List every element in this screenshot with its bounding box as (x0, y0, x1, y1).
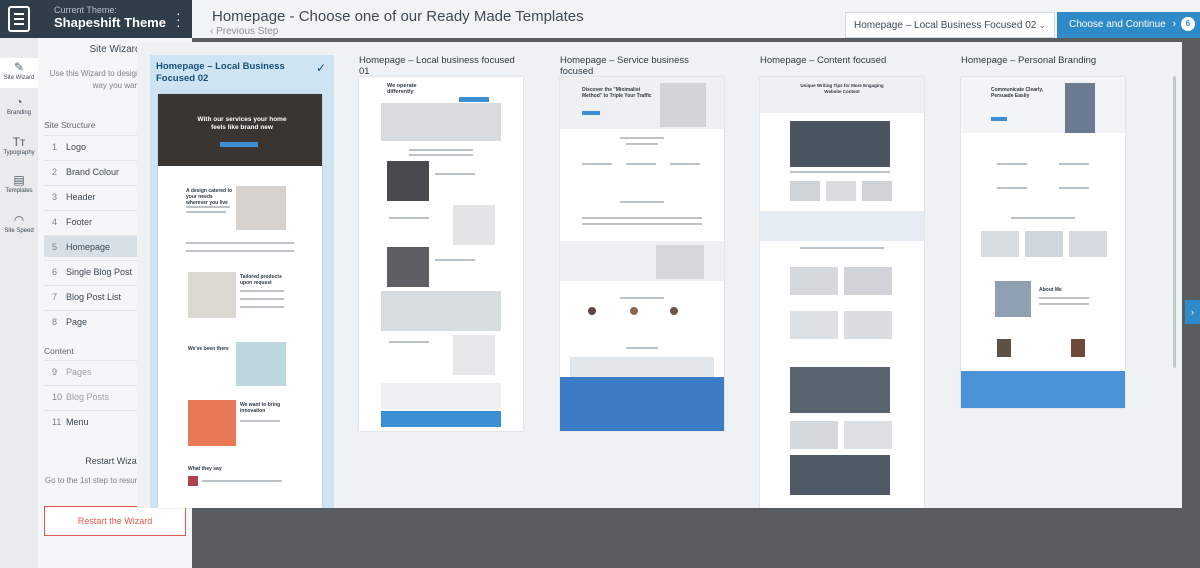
template-card-content-focused[interactable]: Homepage – Content focused Unique Writin… (760, 55, 924, 508)
restart-wizard-button[interactable]: Restart the Wizard (44, 506, 186, 536)
template-card-service-business[interactable]: Homepage – Service business focused Disc… (560, 55, 724, 431)
template-card-local-business-01[interactable]: Homepage – Local business focused 01 We … (359, 55, 523, 431)
nav-typography[interactable]: Tт Typography (0, 136, 38, 156)
chevron-down-icon: ⌄ (1038, 20, 1046, 30)
template-title: Homepage – Local business focused 01 (359, 55, 515, 77)
chevron-right-icon[interactable]: › (1185, 300, 1200, 324)
nav-site-speed[interactable]: ◠ Site Speed (0, 214, 38, 234)
typography-icon: Tт (12, 135, 26, 149)
nav-templates[interactable]: ▤ Templates (0, 174, 38, 194)
nav-site-wizard[interactable]: ✎ Site Wizard (0, 58, 38, 88)
top-bar: Current Theme: Shapeshift Theme · · · Home… (0, 0, 1200, 38)
template-preview: Discover the "Minimalist Method" to Trip… (560, 77, 724, 431)
template-card-personal-branding[interactable]: Homepage – Personal Branding Communicate… (961, 55, 1125, 408)
brand-title: Shapeshift Theme (54, 15, 166, 30)
template-title: Homepage – Service business focused (560, 55, 689, 77)
template-chooser-modal: Homepage – Local Business Focused 02 ✓ W… (137, 42, 1182, 508)
template-preview: Unique Writing Tips for More Engaging We… (760, 77, 924, 508)
nav-branding[interactable]: ◔ Branding (0, 96, 38, 116)
chevron-right-icon: › (1172, 18, 1176, 30)
check-icon: ✓ (315, 61, 326, 75)
theme-logo-icon (8, 6, 30, 32)
brand-subtitle: Current Theme: (54, 5, 117, 15)
page-title: Homepage - Choose one of our Ready Made … (212, 8, 584, 25)
template-title: Homepage – Content focused (760, 55, 887, 66)
brand-box: Current Theme: Shapeshift Theme · · · (0, 0, 192, 38)
content-heading: Content (44, 346, 74, 356)
speedometer-icon: ◠ (13, 213, 25, 227)
template-preview: We operate differently (359, 77, 523, 431)
template-card-local-business-02[interactable]: Homepage – Local Business Focused 02 ✓ W… (150, 55, 334, 508)
more-options-icon[interactable]: · · · (176, 6, 181, 32)
choose-and-continue-button[interactable]: Choose and Continue › 6 (1057, 12, 1200, 38)
wand-icon: ✎ (13, 60, 25, 74)
template-title: Homepage – Personal Branding (961, 55, 1097, 66)
template-select[interactable]: Homepage – Local Business Focused 02 ⌄ (845, 12, 1055, 38)
template-title: Homepage – Local Business Focused 02 (156, 61, 285, 84)
modal-scrollbar[interactable] (1173, 76, 1176, 368)
site-structure-heading: Site Structure (44, 120, 96, 130)
previous-step-link[interactable]: ‹ Previous Step (210, 26, 278, 37)
template-preview: Communicate Clearly, Persuade Easily Abo… (961, 77, 1125, 408)
palette-icon: ◔ (15, 95, 23, 109)
step-count-badge: 6 (1181, 17, 1195, 31)
templates-icon: ▤ (13, 173, 25, 187)
icon-nav: ✎ Site Wizard ◔ Branding Tт Typography ▤ Tem… (0, 38, 38, 568)
template-select-value: Homepage – Local Business Focused 02 (854, 20, 1037, 31)
template-preview: With our services your home feels like b… (158, 94, 322, 508)
